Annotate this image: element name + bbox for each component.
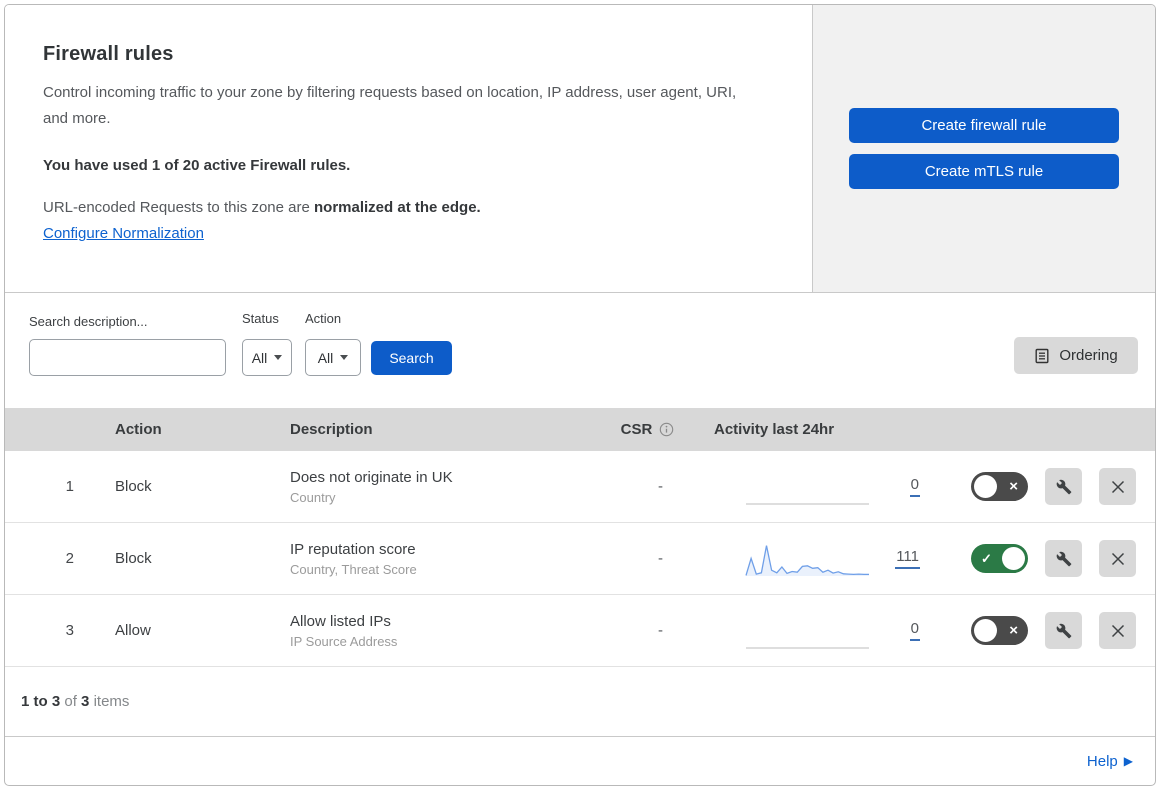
configure-normalization-link[interactable]: Configure Normalization <box>43 225 204 242</box>
rule-criteria: IP Source Address <box>290 633 398 649</box>
rule-number: 1 <box>65 478 74 495</box>
rule-csr-value: - <box>658 478 663 495</box>
ordering-list-icon <box>1035 348 1049 363</box>
firewall-rules-panel: Firewall rules Control incoming traffic … <box>4 4 1156 786</box>
toggle-knob <box>1002 547 1025 570</box>
column-header-csr: CSR <box>590 421 705 438</box>
rule-criteria: Country, Threat Score <box>290 561 417 577</box>
table-header: Action Description CSR Activity last 24h… <box>5 408 1155 451</box>
rule-number: 2 <box>65 550 74 567</box>
create-firewall-rule-button[interactable]: Create firewall rule <box>849 108 1119 143</box>
rule-enabled-toggle[interactable]: × <box>971 616 1028 645</box>
close-icon <box>1111 480 1124 493</box>
normalization-note: URL-encoded Requests to this zone are no… <box>43 198 481 216</box>
header-text-block: Firewall rules Control incoming traffic … <box>5 5 813 292</box>
search-label: Search description... <box>29 314 148 329</box>
page-description: Control incoming traffic to your zone by… <box>43 84 737 128</box>
table-row: 1 Block Does not originate in UK Country… <box>5 451 1155 523</box>
wrench-icon <box>1056 479 1071 494</box>
create-mtls-rule-button[interactable]: Create mTLS rule <box>849 154 1119 189</box>
delete-rule-button[interactable] <box>1099 540 1136 577</box>
chevron-down-icon <box>274 355 283 360</box>
close-icon <box>1111 624 1124 637</box>
filter-bar: Search description... Status Action All … <box>5 293 1155 408</box>
activity-count-link[interactable]: 0 <box>909 620 920 641</box>
header-section: Firewall rules Control incoming traffic … <box>5 5 1155 293</box>
toggle-state-icon: × <box>1009 477 1018 495</box>
pagination-summary: 1 to 3 of 3 items <box>5 667 1155 737</box>
rule-description: Does not originate in UK <box>290 468 453 486</box>
page-title: Firewall rules <box>43 43 174 65</box>
column-header-action: Action <box>115 421 162 438</box>
rule-action: Block <box>115 478 152 495</box>
info-icon[interactable] <box>659 422 674 437</box>
activity-sparkline <box>745 612 870 650</box>
edit-rule-button[interactable] <box>1045 468 1082 505</box>
delete-rule-button[interactable] <box>1099 468 1136 505</box>
rule-criteria: Country <box>290 489 336 505</box>
chevron-down-icon <box>340 355 349 360</box>
table-row: 2 Block IP reputation score Country, Thr… <box>5 523 1155 595</box>
action-label: Action <box>305 311 342 326</box>
rule-enabled-toggle[interactable]: × <box>971 472 1028 501</box>
rule-description: Allow listed IPs <box>290 612 391 630</box>
toggle-state-icon: ✓ <box>981 550 992 566</box>
usage-summary: You have used 1 of 20 active Firewall ru… <box>43 156 351 174</box>
rule-csr-value: - <box>658 550 663 567</box>
column-header-activity: Activity last 24hr <box>714 421 835 438</box>
search-button[interactable]: Search <box>371 341 452 375</box>
help-bar: Help ▶ <box>5 737 1155 785</box>
status-label: Status <box>242 311 279 326</box>
action-dropdown[interactable]: All <box>305 339 361 376</box>
close-icon <box>1111 552 1124 565</box>
toggle-knob <box>974 475 997 498</box>
arrow-right-icon: ▶ <box>1123 754 1133 768</box>
activity-sparkline <box>745 468 870 506</box>
status-dropdown[interactable]: All <box>242 339 292 376</box>
table-row: 3 Allow Allow listed IPs IP Source Addre… <box>5 595 1155 667</box>
rule-csr-value: - <box>658 622 663 639</box>
ordering-button[interactable]: Ordering <box>1014 337 1138 374</box>
delete-rule-button[interactable] <box>1099 612 1136 649</box>
activity-count-link[interactable]: 0 <box>909 476 920 497</box>
help-link[interactable]: Help ▶ <box>1087 753 1133 770</box>
rule-action: Block <box>115 550 152 567</box>
edit-rule-button[interactable] <box>1045 540 1082 577</box>
search-input[interactable] <box>46 340 227 375</box>
rule-action: Allow <box>115 622 151 639</box>
activity-count-link[interactable]: 111 <box>895 548 920 569</box>
toggle-state-icon: × <box>1009 621 1018 639</box>
wrench-icon <box>1056 623 1071 638</box>
toggle-knob <box>974 619 997 642</box>
rule-description: IP reputation score <box>290 540 416 558</box>
column-header-description: Description <box>290 421 373 438</box>
actions-panel: Create firewall rule Create mTLS rule <box>813 5 1155 292</box>
edit-rule-button[interactable] <box>1045 612 1082 649</box>
wrench-icon <box>1056 551 1071 566</box>
rule-enabled-toggle[interactable]: ✓ <box>971 544 1028 573</box>
search-box <box>29 339 227 376</box>
activity-sparkline <box>745 540 870 578</box>
rule-number: 3 <box>65 622 74 639</box>
